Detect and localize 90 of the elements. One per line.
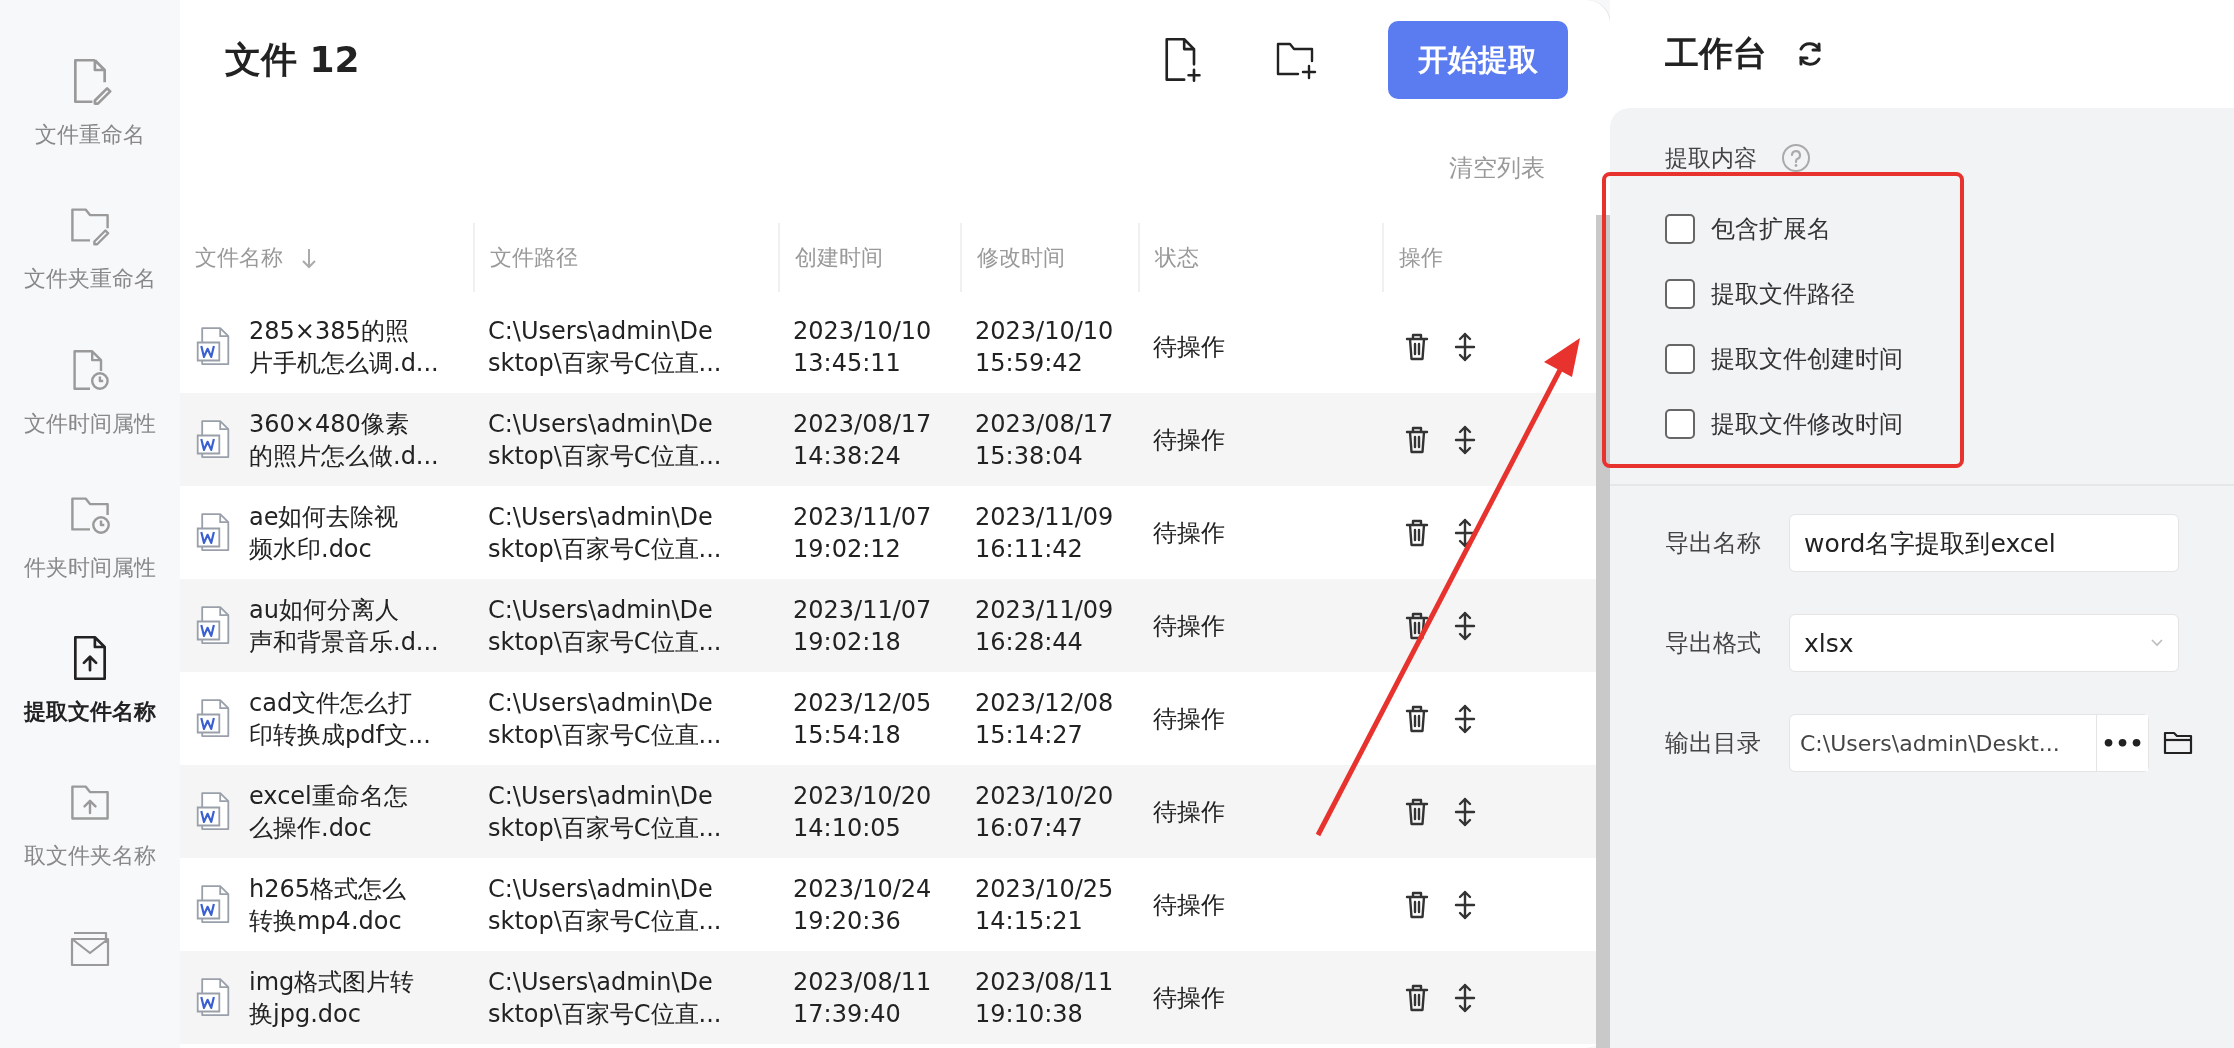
file-path-cell-text: C:\Users\admin\De sktop\百家号C位直... [487, 501, 723, 565]
trash-icon[interactable] [1404, 424, 1430, 455]
column-header: 状态 [1155, 243, 1199, 272]
checkbox-label[interactable]: 提取文件修改时间 [1711, 407, 1903, 440]
sidebar-item[interactable]: 提取文件名称 [24, 697, 156, 728]
file-name-cell-text: ae如何去除视 频水印.doc [249, 501, 399, 565]
file-path-cell-text: C:\Users\admin\De sktop\百家号C位直... [487, 315, 723, 379]
modified-time-cell-text: 2023/10/25 14:15:21 [974, 873, 1115, 937]
file-path-cell-text: C:\Users\admin\De sktop\百家号C位直... [487, 594, 723, 658]
field-label: 输出目录 [1665, 728, 1761, 759]
trash-icon[interactable] [1404, 517, 1430, 548]
created-time-cell-text: 2023/10/10 13:45:11 [792, 315, 933, 379]
file-count-title: 文件 12 [225, 37, 361, 82]
modified-time-cell-text: 2023/08/17 15:38:04 [974, 408, 1115, 472]
field-label: 导出格式 [1665, 628, 1761, 659]
move-icon[interactable] [1452, 331, 1478, 362]
created-time-cell-text: 2023/10/20 14:10:05 [792, 780, 933, 844]
help-icon[interactable] [1781, 143, 1811, 173]
modified-time-cell-text: 2023/11/09 16:28:44 [974, 594, 1115, 658]
checkbox[interactable] [1665, 343, 1695, 374]
move-icon[interactable] [1452, 703, 1478, 734]
word-file-icon [195, 883, 231, 926]
file-path-cell-text: C:\Users\admin\De sktop\百家号C位直... [487, 687, 723, 751]
folder-icon[interactable] [2163, 730, 2193, 756]
file-name-cell-text: img格式图片转 换jpg.doc [249, 966, 415, 1030]
move-icon[interactable] [1452, 889, 1478, 920]
move-icon[interactable] [1452, 796, 1478, 827]
file-name-cell-text: h265格式怎么 转换mp4.doc [249, 873, 407, 937]
created-time-cell-text: 2023/10/24 19:20:36 [792, 873, 933, 937]
modified-time-cell-text: 2023/10/20 16:07:47 [974, 780, 1115, 844]
start-extract-button[interactable]: 开始提取 [1388, 21, 1568, 99]
column-header: 创建时间 [795, 243, 883, 272]
move-icon[interactable] [1452, 610, 1478, 641]
checkbox-label[interactable]: 提取文件创建时间 [1711, 342, 1903, 375]
word-file-icon [195, 418, 231, 461]
file-path-cell-text: C:\Users\admin\De sktop\百家号C位直... [487, 873, 723, 937]
status-cell-text: 待操作 [1152, 331, 1226, 363]
format-dropdown[interactable]: xlsx [1789, 614, 2179, 672]
created-time-cell-text: 2023/08/17 14:38:24 [792, 408, 933, 472]
modified-time-cell-text: 2023/12/08 15:14:27 [974, 687, 1115, 751]
modified-time-cell-text: 2023/10/10 15:59:42 [974, 315, 1115, 379]
status-cell-text: 待操作 [1152, 796, 1226, 828]
checkbox-label[interactable]: 提取文件路径 [1711, 277, 1855, 310]
status-cell-text: 待操作 [1152, 889, 1226, 921]
workbench-title: 工作台 [1665, 32, 1767, 75]
status-cell-text: 待操作 [1152, 424, 1226, 456]
word-file-icon [195, 511, 231, 554]
column-header: 文件名称 [195, 243, 283, 272]
section-label: 提取内容 [1665, 143, 1757, 173]
checkbox[interactable] [1665, 213, 1695, 244]
file-name-cell-text: 285×385的照 片手机怎么调.d... [249, 315, 439, 379]
export-name-field[interactable]: word名字提取到excel [1789, 514, 2179, 572]
column-header: 文件路径 [490, 243, 578, 272]
status-cell-text: 待操作 [1152, 517, 1226, 549]
word-file-icon [195, 697, 231, 740]
word-file-icon [195, 604, 231, 647]
word-file-icon [195, 976, 231, 1019]
column-header: 修改时间 [977, 243, 1065, 272]
modified-time-cell-text: 2023/08/11 19:10:38 [974, 966, 1115, 1030]
file-path-cell-text: C:\Users\admin\De sktop\百家号C位直... [487, 408, 723, 472]
move-icon[interactable] [1452, 982, 1478, 1013]
scrollbar[interactable] [1596, 215, 1610, 1048]
file-path-cell-text: C:\Users\admin\De sktop\百家号C位直... [487, 966, 723, 1030]
trash-icon[interactable] [1404, 331, 1430, 362]
file-path-cell-text: C:\Users\admin\De sktop\百家号C位直... [487, 780, 723, 844]
status-cell-text: 待操作 [1152, 982, 1226, 1014]
trash-icon[interactable] [1404, 703, 1430, 734]
created-time-cell-text: 2023/08/11 17:39:40 [792, 966, 933, 1030]
trash-icon[interactable] [1404, 610, 1430, 641]
file-name-cell-text: cad文件怎么打 印转换成pdf文... [249, 687, 431, 751]
trash-icon[interactable] [1404, 982, 1430, 1013]
created-time-cell-text: 2023/12/05 15:54:18 [792, 687, 933, 751]
modified-time-cell-text: 2023/11/09 16:11:42 [974, 501, 1115, 565]
file-name-cell-text: 360×480像素 的照片怎么做.d... [249, 408, 439, 472]
checkbox[interactable] [1665, 408, 1695, 439]
status-cell-text: 待操作 [1152, 703, 1226, 735]
checkbox[interactable] [1665, 278, 1695, 309]
word-file-icon [195, 790, 231, 833]
checkbox-label[interactable]: 包含扩展名 [1711, 212, 1831, 245]
move-icon[interactable] [1452, 424, 1478, 455]
column-header: 操作 [1399, 243, 1443, 272]
created-time-cell-text: 2023/11/07 19:02:12 [792, 501, 933, 565]
trash-icon[interactable] [1404, 796, 1430, 827]
file-name-cell-text: excel重命名怎 么操作.doc [249, 780, 408, 844]
field-label: 导出名称 [1665, 528, 1761, 559]
file-name-cell-text: au如何分离人 声和背景音乐.d... [249, 594, 439, 658]
created-time-cell-text: 2023/11/07 19:02:18 [792, 594, 933, 658]
trash-icon[interactable] [1404, 889, 1430, 920]
word-file-icon [195, 325, 231, 368]
status-cell-text: 待操作 [1152, 610, 1226, 642]
